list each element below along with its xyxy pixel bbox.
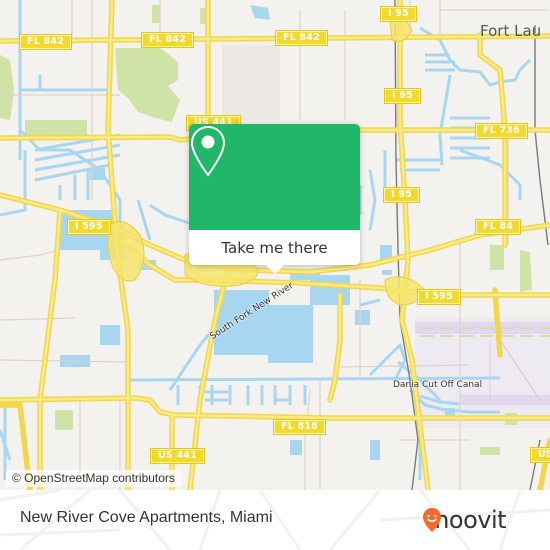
river-label-dania-canal: Dania Cut Off Canal bbox=[393, 380, 482, 390]
route-shield-fl736: FL 736 bbox=[476, 124, 527, 138]
route-shield-fl842: FL 842 bbox=[142, 33, 193, 47]
commercial-area bbox=[222, 45, 280, 120]
city-label-fort-lauderdale: Fort Lau bbox=[480, 22, 542, 40]
route-shield-i595: I 595 bbox=[68, 220, 110, 234]
location-popup[interactable]: Take me there bbox=[189, 124, 360, 274]
route-shield-i595: I 595 bbox=[418, 290, 460, 304]
route-shield-fl84: FL 84 bbox=[476, 220, 521, 234]
moovit-smile-pin-icon bbox=[423, 508, 441, 532]
popup-header[interactable] bbox=[189, 124, 360, 230]
map-attribution[interactable]: © OpenStreetMap contributors bbox=[6, 470, 181, 487]
place-name: New River Cove Apartments, Miami bbox=[20, 509, 273, 526]
moovit-logo[interactable]: moovit bbox=[422, 507, 507, 533]
route-shield-fl842: FL 842 bbox=[20, 35, 71, 49]
route-shield-i95: I 95 bbox=[381, 7, 416, 21]
route-shield-fl842: FL 842 bbox=[276, 31, 327, 45]
take-me-there-button[interactable]: Take me there bbox=[189, 230, 360, 265]
popup-pointer bbox=[265, 264, 285, 274]
river-label-text: Dania Cut Off Canal bbox=[393, 380, 483, 390]
route-shield-us441: US 441 bbox=[151, 449, 204, 463]
map-view[interactable]: FL 842 FL 842 FL 842 I 95 I 95 I 95 US 4… bbox=[0, 0, 550, 490]
footer-bar: New River Cove Apartments, Miami moovit bbox=[0, 490, 550, 550]
map-pin-icon bbox=[190, 125, 226, 177]
route-shield-i95: I 95 bbox=[384, 188, 419, 202]
route-shield-i95: I 95 bbox=[385, 89, 420, 103]
route-shield-us: US bbox=[531, 448, 550, 462]
route-shield-fl818: FL 818 bbox=[274, 420, 325, 434]
